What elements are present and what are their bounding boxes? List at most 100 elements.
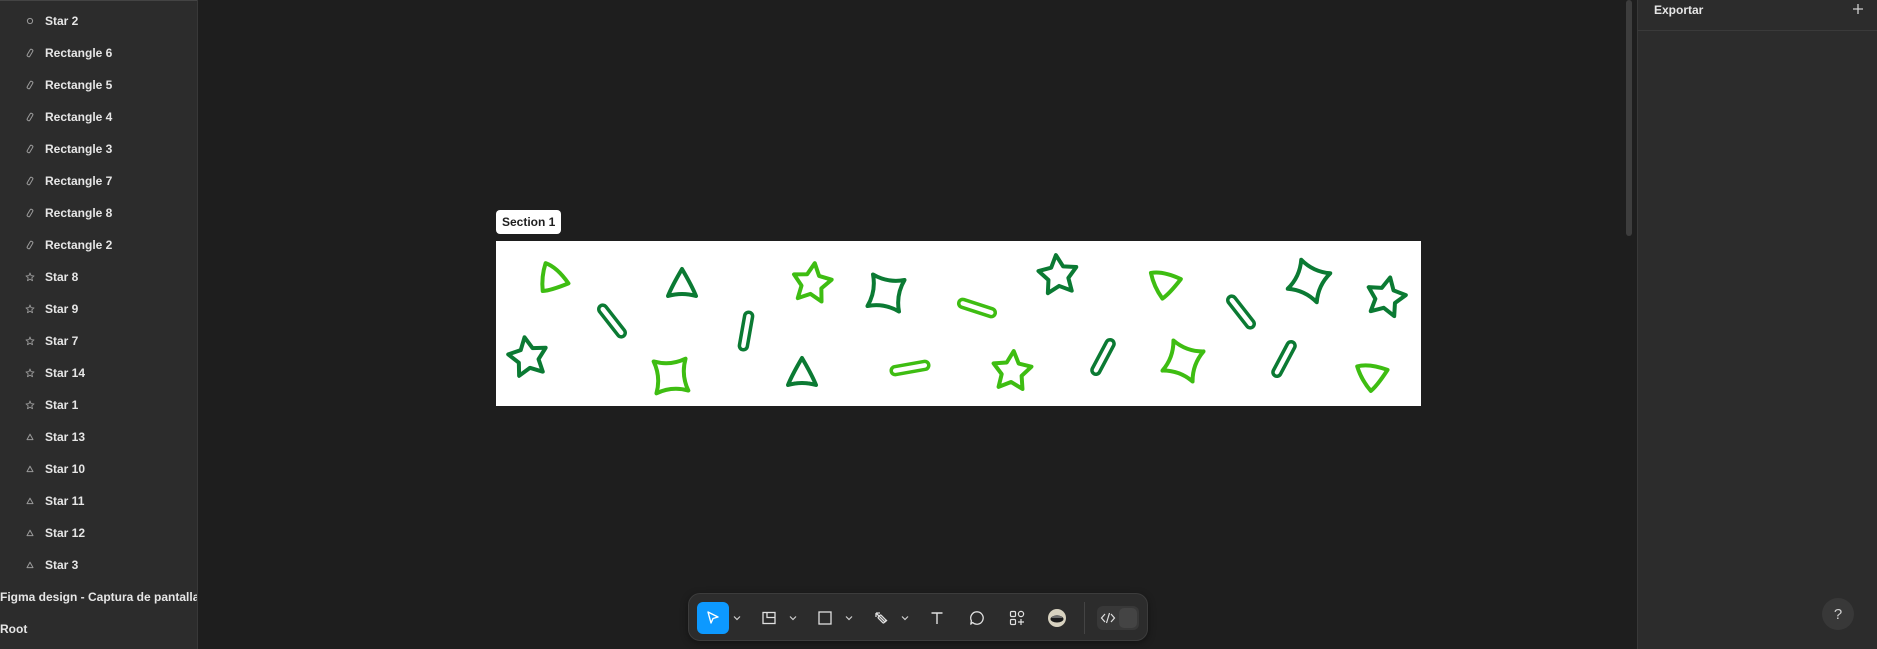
triangle-icon [24,495,36,507]
star-shape[interactable] [506,334,550,378]
layer-item[interactable]: Star 12 [0,517,197,549]
page-layer[interactable]: Figma design - Captura de pantalla 20 [0,581,198,613]
triangle-shape[interactable] [540,261,571,295]
add-export-icon[interactable] [1850,1,1866,17]
plugin-tool-button[interactable] [1041,602,1073,634]
pill-shape[interactable] [597,303,627,339]
pill-shape[interactable] [1226,294,1256,330]
rounded-square-shape[interactable] [865,272,907,314]
layer-item-label: Rectangle 8 [45,206,113,220]
pill-shape[interactable] [956,297,998,319]
page-layer-label: Figma design - Captura de pantalla 20 [0,590,198,604]
frame-tool-menu[interactable] [785,602,801,634]
text-icon [928,609,946,627]
layer-item-label: Star 8 [45,270,79,284]
star-icon [24,367,36,379]
chevron-down-icon [733,615,741,621]
triangle-shape[interactable] [786,356,818,387]
layer-item-label: Star 13 [45,430,86,444]
layer-item[interactable]: Star 1 [0,389,197,421]
layer-item-label: Star 2 [45,14,79,28]
move-tool-button[interactable] [697,602,729,634]
layer-item[interactable]: Rectangle 7 [0,165,197,197]
slanted-rect-icon [24,143,36,155]
layer-item-label: Rectangle 6 [45,46,113,60]
layer-item[interactable]: Rectangle 8 [0,197,197,229]
rounded-square-shape[interactable] [1160,338,1206,384]
layer-item[interactable]: Star 9 [0,293,197,325]
triangle-shape[interactable] [1148,264,1185,301]
root-layer-label: Root [0,622,28,636]
layer-item[interactable]: Star 14 [0,357,197,389]
actions-icon [1008,609,1026,627]
layers-top-divider [0,0,197,1]
cursor-icon [704,609,722,627]
layer-item[interactable]: Star 13 [0,421,197,453]
star-shape[interactable] [791,261,834,304]
star-shape[interactable] [1036,253,1079,296]
pill-shape[interactable] [1271,340,1297,378]
rectangle-tool-button[interactable] [809,602,841,634]
triangle-icon [24,559,36,571]
triangle-icon [24,463,36,475]
layer-item-label: Star 3 [45,558,79,572]
frame-tool-button[interactable] [753,602,785,634]
layer-item-label: Rectangle 5 [45,78,113,92]
star-icon [24,303,36,315]
properties-panel: Exportar [1637,0,1877,649]
star-shape[interactable] [1364,273,1409,319]
shape-tool-menu[interactable] [841,602,857,634]
bottom-toolbar [688,593,1148,641]
text-tool-button[interactable] [921,602,953,634]
root-layer[interactable]: Root [0,613,197,645]
layers-panel: Star 2 Rectangle 6 Rectangle 5 Rectangle 4 R… [0,0,198,649]
star-small-icon [24,15,36,27]
pill-shape[interactable] [737,310,755,352]
layer-item[interactable]: Rectangle 4 [0,101,197,133]
slanted-rect-icon [24,175,36,187]
dev-mode-toggle[interactable] [1097,606,1139,630]
actions-tool-button[interactable] [1001,602,1033,634]
plugin-avatar-icon [1047,608,1067,628]
dev-mode-toggle-knob [1119,608,1137,628]
layer-item[interactable]: Rectangle 5 [0,69,197,101]
pen-tool-menu[interactable] [897,602,913,634]
pen-tool-button[interactable] [865,602,897,634]
canvas-scrollbar[interactable] [1626,0,1632,236]
slanted-rect-icon [24,111,36,123]
layer-item-label: Star 10 [45,462,86,476]
layer-item[interactable]: Star 7 [0,325,197,357]
move-tool-menu[interactable] [729,602,745,634]
triangle-icon [24,527,36,539]
pill-shape[interactable] [889,359,931,377]
section-1-frame[interactable] [496,241,1421,406]
comment-tool-button[interactable] [961,602,993,634]
layer-item-label: Rectangle 7 [45,174,113,188]
layer-item[interactable]: Star 2 [0,5,197,37]
layer-item[interactable]: Star 11 [0,485,197,517]
layer-item[interactable]: Star 8 [0,261,197,293]
section-label[interactable]: Section 1 [496,210,562,234]
slanted-rect-icon [24,79,36,91]
export-title: Exportar [1654,3,1704,17]
layer-item[interactable]: Star 10 [0,453,197,485]
pill-shape[interactable] [1090,338,1116,376]
layer-item[interactable]: Rectangle 3 [0,133,197,165]
rounded-square-shape[interactable] [1285,257,1333,305]
triangle-shape[interactable] [666,267,698,298]
shapes-canvas [506,253,1409,396]
layer-item-label: Star 9 [45,302,79,316]
triangle-shape[interactable] [1355,355,1393,393]
star-icon [24,335,36,347]
layer-item[interactable]: Star 3 [0,549,197,581]
layer-item[interactable]: Rectangle 2 [0,229,197,261]
layer-item-label: Star 14 [45,366,86,380]
rounded-square-shape[interactable] [651,356,691,396]
star-shape[interactable] [991,349,1034,391]
help-button[interactable]: ? [1822,598,1854,630]
star-icon [24,399,36,411]
figma-editor: Star 2 Rectangle 6 Rectangle 5 Rectangle 4 R… [0,0,1877,649]
layer-item[interactable]: Rectangle 6 [0,37,197,69]
slanted-rect-icon [24,207,36,219]
rectangle-icon [816,609,834,627]
